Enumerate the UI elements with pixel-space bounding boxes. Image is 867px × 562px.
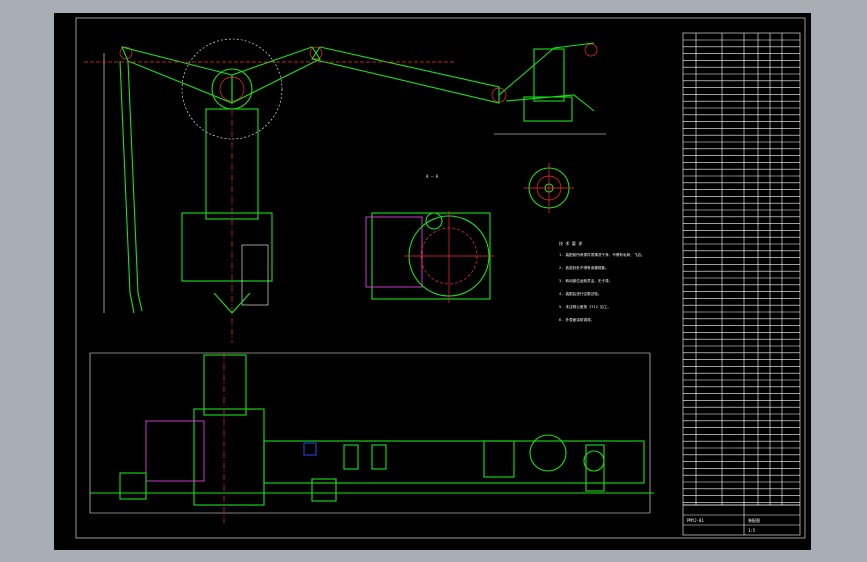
technical-notes: 技 术 要 求 1. 装配前所有零件须清洗干净，不得有毛刺、飞边。 2. 各密封… xyxy=(559,240,645,322)
title-block: PMYJ-01 装配图 1:5 xyxy=(682,504,801,536)
note-line: 3. 转动部位运转灵活，无卡滞。 xyxy=(559,278,612,283)
note-line: 6. 外表面涂防锈漆。 xyxy=(559,317,594,322)
parts-list-table xyxy=(682,32,801,506)
note-line: 5. 未注明公差按 IT12 加工。 xyxy=(559,304,611,309)
note-line: 4. 装配后进行空载试验。 xyxy=(559,291,601,296)
arm-elevation-view xyxy=(84,38,606,343)
flange-detail-view xyxy=(524,163,574,213)
note-line: 1. 装配前所有零件须清洗干净，不得有毛刺、飞边。 xyxy=(559,252,645,257)
drawing-canvas: A — A 技 术 要 求 1. 装配前所有零件须清洗干净，不得有毛刺、飞边。 … xyxy=(54,13,811,550)
drawing-scale: 1:5 xyxy=(748,528,756,533)
assembly-drawing: A — A 技 术 要 求 1. 装配前所有零件须清洗干净，不得有毛刺、飞边。 … xyxy=(75,17,806,539)
section-a-a-view: A — A xyxy=(365,174,494,303)
drawing-number: PMYJ-01 xyxy=(687,518,704,523)
plan-view xyxy=(89,352,654,523)
drawing-name: 装配图 xyxy=(748,517,760,523)
notes-title: 技 术 要 求 xyxy=(559,240,582,246)
section-label: A — A xyxy=(426,174,439,179)
note-line: 2. 各密封处不得有渗漏现象。 xyxy=(559,265,609,270)
